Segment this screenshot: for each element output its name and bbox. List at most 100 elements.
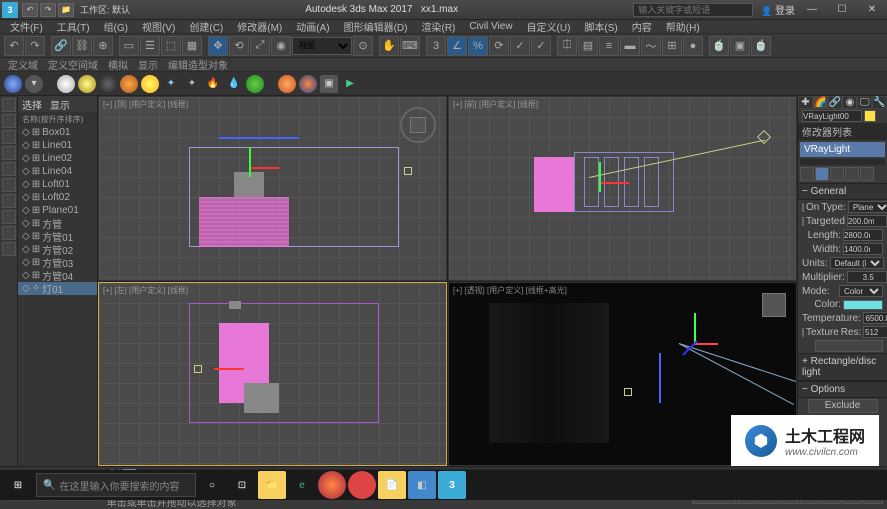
align-button[interactable]: ▤: [578, 36, 598, 56]
menu-animation[interactable]: 动画(A): [290, 19, 335, 34]
app-icon[interactable]: ◧: [408, 471, 436, 499]
targeted-input[interactable]: [847, 215, 887, 227]
drop-icon[interactable]: 💧: [225, 75, 243, 93]
schematic-button[interactable]: ⊞: [662, 36, 682, 56]
minimize-button[interactable]: —: [799, 1, 825, 19]
material-button[interactable]: ●: [683, 36, 703, 56]
tool-btn[interactable]: [2, 130, 16, 144]
exclude-button[interactable]: Exclude: [808, 399, 878, 413]
menu-render[interactable]: 渲染(R): [415, 19, 461, 34]
cortana-icon[interactable]: ○: [198, 471, 226, 499]
redo-button[interactable]: ↷: [25, 36, 45, 56]
ribbon-item[interactable]: 定义域: [4, 57, 42, 72]
create-selection-button[interactable]: ✓: [531, 36, 551, 56]
help-search-input[interactable]: [633, 3, 753, 17]
undo-button[interactable]: ↶: [4, 36, 24, 56]
menu-file[interactable]: 文件(F): [4, 19, 49, 34]
res-input[interactable]: [863, 326, 887, 338]
place-button[interactable]: ◉: [271, 36, 291, 56]
viewport-label[interactable]: [+] [左] [用户定义] [线框]: [103, 285, 188, 296]
object-color-swatch[interactable]: [864, 110, 876, 122]
app-icon[interactable]: 📄: [378, 471, 406, 499]
rollout-options[interactable]: − Options: [798, 381, 887, 398]
taskview-icon[interactable]: ⊡: [228, 471, 256, 499]
wand-icon[interactable]: ✦: [162, 75, 180, 93]
select-rect-button[interactable]: ⬚: [161, 36, 181, 56]
select-button[interactable]: ▭: [119, 36, 139, 56]
show-result-button[interactable]: [815, 167, 829, 181]
ribbon-item[interactable]: 显示: [134, 57, 162, 72]
curve-editor-button[interactable]: 〜: [641, 36, 661, 56]
flame-icon[interactable]: 🔥: [204, 75, 222, 93]
green-icon[interactable]: [246, 75, 264, 93]
ribbon-button[interactable]: ▬: [620, 36, 640, 56]
targeted-checkbox[interactable]: [802, 217, 804, 226]
firefox-icon[interactable]: [318, 471, 346, 499]
app-icon[interactable]: [348, 471, 376, 499]
tool-btn[interactable]: [2, 226, 16, 240]
texture-slot-button[interactable]: [815, 340, 883, 352]
login-link[interactable]: 👤 登录: [761, 2, 795, 17]
star-icon[interactable]: ✦: [183, 75, 201, 93]
edge-icon[interactable]: e: [288, 471, 316, 499]
sort-header[interactable]: 名称(按升序排序): [18, 112, 97, 126]
rollout-rect[interactable]: + Rectangle/disc light: [798, 353, 887, 381]
redo-icon[interactable]: ↷: [40, 3, 56, 17]
taskbar-search[interactable]: 🔍 在这里输入你要搜索的内容: [36, 473, 196, 497]
menu-create[interactable]: 创建(C): [183, 19, 229, 34]
tool-btn[interactable]: [2, 98, 16, 112]
configure-button[interactable]: [860, 167, 874, 181]
select-display-icon[interactable]: ▾: [25, 75, 43, 93]
texture-checkbox[interactable]: [802, 328, 804, 337]
light-icon[interactable]: [57, 75, 75, 93]
create-tab[interactable]: ✚: [798, 96, 813, 109]
length-input[interactable]: [843, 229, 883, 241]
ribbon-item[interactable]: 横拟: [104, 57, 132, 72]
ribbon-item[interactable]: 定义空间域: [44, 57, 102, 72]
sphere-icon[interactable]: [4, 75, 22, 93]
temperature-input[interactable]: [863, 312, 887, 324]
modify-tab[interactable]: 🌈: [813, 96, 828, 109]
motion-tab[interactable]: ◉: [842, 96, 857, 109]
display-tab[interactable]: 🖵: [857, 96, 872, 109]
mode-combo[interactable]: Color: [839, 285, 883, 297]
scene-tab-display[interactable]: 显示: [50, 97, 70, 112]
rotate-button[interactable]: ⟲: [229, 36, 249, 56]
menu-tools[interactable]: 工具(T): [51, 19, 96, 34]
menu-modifiers[interactable]: 修改器(M): [231, 19, 288, 34]
scale-button[interactable]: ⤢: [250, 36, 270, 56]
tool-btn[interactable]: [2, 210, 16, 224]
remove-mod-button[interactable]: [845, 167, 859, 181]
snap-button[interactable]: 3: [426, 36, 446, 56]
tool-btn[interactable]: [2, 146, 16, 160]
ribbon-item[interactable]: 编辑造型对象: [164, 57, 232, 72]
multiplier-input[interactable]: [847, 271, 887, 283]
viewport-front[interactable]: [+] [前] [用户定义] [线框]: [448, 96, 797, 281]
workspace-label[interactable]: 工作区: 默认: [80, 3, 130, 16]
render-button[interactable]: 🍵: [751, 36, 771, 56]
menu-customize[interactable]: 自定义(U): [521, 19, 577, 34]
move-button[interactable]: ✥: [208, 36, 228, 56]
light-sun-icon[interactable]: [141, 75, 159, 93]
spinner-snap-button[interactable]: ⟳: [489, 36, 509, 56]
layers-button[interactable]: ≡: [599, 36, 619, 56]
units-combo[interactable]: Default (image): [830, 257, 884, 269]
undo-icon[interactable]: ↶: [22, 3, 38, 17]
viewport-label[interactable]: [+] [透视] [用户定义] [线框+高光]: [453, 285, 567, 296]
max-taskbar-icon[interactable]: 3: [438, 471, 466, 499]
utilities-tab[interactable]: 🔧: [872, 96, 887, 109]
type-combo[interactable]: Plane: [848, 201, 887, 213]
maximize-button[interactable]: ☐: [829, 1, 855, 19]
tool-btn[interactable]: [2, 242, 16, 256]
color-swatch[interactable]: [843, 300, 883, 310]
pivot-button[interactable]: ⊙: [353, 36, 373, 56]
menu-script[interactable]: 脚本(S): [578, 19, 623, 34]
window-crossing-button[interactable]: ▦: [182, 36, 202, 56]
width-input[interactable]: [843, 243, 883, 255]
mirror-button[interactable]: ⎅: [557, 36, 577, 56]
light-orange-icon[interactable]: [120, 75, 138, 93]
menu-content[interactable]: 内容: [626, 19, 658, 34]
render-frame-button[interactable]: ▣: [730, 36, 750, 56]
viewport-left[interactable]: [+] [左] [用户定义] [线框]: [98, 282, 447, 467]
tool-btn[interactable]: [2, 194, 16, 208]
